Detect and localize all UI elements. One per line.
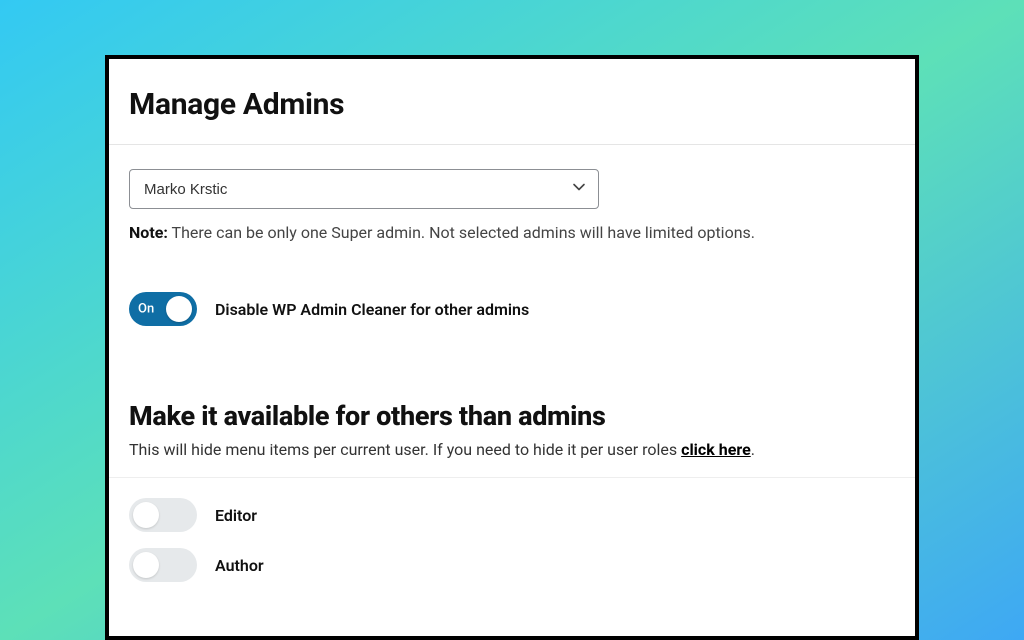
note-label: Note: [129, 223, 168, 242]
divider [109, 144, 915, 145]
note-text: There can be only one Super admin. Not s… [172, 223, 755, 242]
role-toggle-row-editor: Editor [129, 498, 915, 532]
admin-select[interactable]: Marko Krstic [129, 169, 599, 209]
disable-toggle-label: Disable WP Admin Cleaner for other admin… [215, 300, 529, 319]
section-desc-suffix: . [751, 440, 755, 459]
spacer [109, 342, 915, 400]
settings-panel: Manage Admins Marko Krstic Note: There c… [105, 55, 919, 640]
section-desc-prefix: This will hide menu items per current us… [129, 440, 681, 459]
editor-toggle-label: Editor [215, 506, 257, 525]
disable-admins-toggle[interactable]: On [129, 292, 197, 326]
click-here-link[interactable]: click here [681, 440, 751, 459]
editor-toggle[interactable] [129, 498, 197, 532]
section-desc: This will hide menu items per current us… [129, 440, 895, 459]
toggle-knob [133, 502, 159, 528]
page-title: Manage Admins [129, 87, 895, 122]
role-toggle-row-author: Author [129, 548, 915, 582]
admin-select-wrap: Marko Krstic [129, 169, 599, 209]
thin-divider [109, 477, 915, 478]
toggle-on-text: On [138, 302, 154, 317]
toggle-knob [133, 552, 159, 578]
author-toggle[interactable] [129, 548, 197, 582]
author-toggle-label: Author [215, 556, 264, 575]
toggle-knob [166, 296, 192, 322]
note-line: Note: There can be only one Super admin.… [129, 223, 895, 242]
section-title: Make it available for others than admins [129, 400, 895, 432]
disable-toggle-row: On Disable WP Admin Cleaner for other ad… [129, 292, 915, 326]
